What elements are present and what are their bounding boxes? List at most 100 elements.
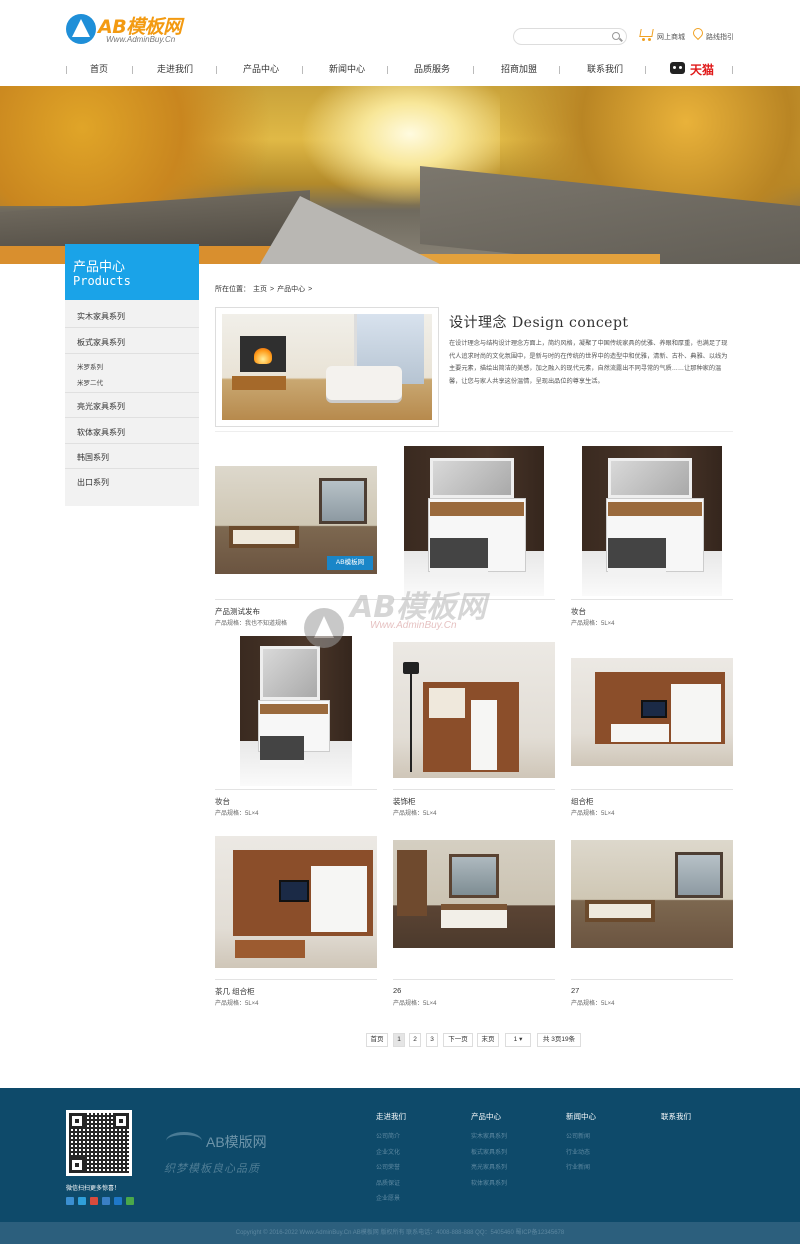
product-image[interactable] — [393, 826, 555, 976]
nav-item-tmall[interactable]: 天猫 — [690, 61, 714, 78]
product-watermark-badge: AB模板网 — [327, 556, 373, 570]
footer-column-contact: 联系我们 — [661, 1111, 691, 1131]
footer-link[interactable]: 公司新闻 — [566, 1131, 596, 1147]
route-guide-link[interactable]: 路线指引 — [706, 32, 734, 42]
footer-link[interactable]: 企业愿景 — [376, 1193, 406, 1209]
footer-link[interactable]: 行业新闻 — [566, 1162, 596, 1178]
product-name[interactable]: 27 — [571, 986, 579, 995]
sidebar-subitem-miro[interactable]: 米罗系列 — [77, 361, 103, 371]
breadcrumb-current[interactable]: 产品中心 — [277, 286, 305, 293]
sidebar-divider — [65, 327, 199, 328]
product-image[interactable] — [215, 826, 377, 976]
pager-next[interactable]: 下一页 — [443, 1033, 473, 1047]
product-name[interactable]: 产品测试发布 — [215, 606, 260, 617]
cabinet-door — [671, 684, 721, 742]
footer-link[interactable]: 实木家具系列 — [471, 1131, 507, 1147]
pager-page[interactable]: 1 — [393, 1033, 405, 1047]
hero-banner — [0, 86, 800, 264]
nav-item-about[interactable]: 走进我们 — [157, 62, 193, 75]
sidebar-item-soft[interactable]: 软体家具系列 — [77, 427, 125, 438]
share-icon[interactable] — [114, 1197, 122, 1205]
footer-column-title[interactable]: 联系我们 — [661, 1111, 691, 1122]
search-input[interactable] — [520, 34, 612, 49]
living-room-photo — [222, 314, 432, 420]
footer-link[interactable]: 行业动态 — [566, 1147, 596, 1163]
product-spec: 产品规格：5L×4 — [571, 1001, 615, 1007]
footer-column-about: 走进我们 公司简介 企业文化 公司荣誉 品质保证 企业愿景 — [376, 1111, 406, 1209]
living-room-photo — [571, 840, 733, 948]
product-image[interactable] — [571, 826, 733, 976]
nav-item-products[interactable]: 产品中心 — [243, 62, 279, 75]
share-icon[interactable] — [126, 1197, 134, 1205]
cabinet-photo — [571, 658, 733, 766]
site-logo[interactable]: AB模板网 Www.AdminBuy.Cn — [66, 12, 196, 48]
sidebar-title: 产品中心 — [73, 259, 126, 274]
pager-page[interactable]: 2 — [409, 1033, 421, 1047]
living-room-photo: AB模板网 — [215, 466, 377, 574]
product-image[interactable] — [215, 636, 377, 786]
sidebar-item-solidwood[interactable]: 实木家具系列 — [77, 311, 125, 322]
copyright-bar: Copyright © 2016-2022 Www.AdminBuy.Cn AB… — [0, 1222, 800, 1244]
product-image[interactable] — [393, 446, 555, 596]
footer-link[interactable]: 公司荣誉 — [376, 1162, 406, 1178]
product-spec: 产品规格：5L×4 — [393, 811, 437, 817]
nav-item-join[interactable]: 招商加盟 — [501, 62, 537, 75]
nav-item-contact[interactable]: 联系我们 — [587, 62, 623, 75]
pager-total: 共 3页19条 — [537, 1033, 581, 1047]
main-nav: 首页 走进我们 产品中心 新闻中心 品质服务 招商加盟 联系我们 天猫 — [0, 56, 800, 84]
breadcrumb-home[interactable]: 主页 — [253, 286, 267, 293]
site-header: AB模板网 Www.AdminBuy.Cn 网上商城 路线指引 首页 走进我们 … — [0, 0, 800, 86]
footer-link[interactable]: 亮光家具系列 — [471, 1162, 507, 1178]
online-shop-link[interactable]: 网上商城 — [657, 32, 685, 42]
sidebar-divider — [65, 392, 199, 393]
floor-lamp — [403, 662, 419, 674]
product-image[interactable] — [393, 636, 555, 786]
footer-column-title: 走进我们 — [376, 1112, 406, 1121]
tmall-icon[interactable] — [668, 58, 688, 78]
pager-page[interactable]: 3 — [426, 1033, 438, 1047]
room-window — [449, 854, 499, 898]
breadcrumb: 所在位置： 主页 > 产品中心 > — [215, 284, 315, 294]
product-divider — [571, 789, 733, 790]
sidebar-header: 产品中心 Products — [65, 244, 199, 300]
sidebar-subitem-miro2[interactable]: 米罗二代 — [77, 377, 103, 387]
footer-link[interactable]: 企业文化 — [376, 1147, 406, 1163]
product-name[interactable]: 26 — [393, 986, 401, 995]
cart-icon[interactable] — [638, 28, 654, 41]
product-name[interactable]: 组合柜 — [571, 796, 594, 807]
cabinet-door — [311, 866, 367, 932]
room-window — [319, 478, 367, 524]
product-name[interactable]: 妆台 — [571, 606, 586, 617]
share-icon[interactable] — [90, 1197, 98, 1205]
nav-item-quality[interactable]: 品质服务 — [414, 62, 450, 75]
pager-last[interactable]: 末页 — [477, 1033, 499, 1047]
location-pin-icon[interactable] — [693, 28, 702, 40]
nav-item-home[interactable]: 首页 — [90, 62, 108, 75]
pager-select[interactable]: 1 ▾ — [505, 1033, 531, 1047]
share-icon[interactable] — [66, 1197, 74, 1205]
footer-link[interactable]: 公司简介 — [376, 1131, 406, 1147]
pager-first[interactable]: 首页 — [366, 1033, 388, 1047]
sidebar-divider — [65, 417, 199, 418]
product-name[interactable]: 茶几 组合柜 — [215, 986, 255, 997]
sidebar-item-export[interactable]: 出口系列 — [77, 477, 109, 488]
product-image[interactable] — [571, 636, 733, 786]
chevron-down-icon: ▾ — [519, 1036, 523, 1043]
vanity-stool — [608, 538, 666, 576]
product-spec: 产品规格：5L×4 — [215, 1001, 259, 1007]
product-image[interactable] — [571, 446, 733, 596]
product-name[interactable]: 妆台 — [215, 796, 230, 807]
nav-item-news[interactable]: 新闻中心 — [329, 62, 365, 75]
product-name[interactable]: 装饰柜 — [393, 796, 416, 807]
breadcrumb-label: 所在位置： — [215, 286, 250, 293]
search-icon[interactable] — [612, 32, 620, 40]
sidebar-item-korea[interactable]: 韩国系列 — [77, 452, 109, 463]
sidebar-item-panel[interactable]: 板式家具系列 — [77, 337, 125, 348]
footer-link[interactable]: 品质保证 — [376, 1178, 406, 1194]
footer-link[interactable]: 板式家具系列 — [471, 1147, 507, 1163]
share-icon[interactable] — [102, 1197, 110, 1205]
sidebar-item-gloss[interactable]: 亮光家具系列 — [77, 401, 125, 412]
share-icon[interactable] — [78, 1197, 86, 1205]
footer-link[interactable]: 软体家具系列 — [471, 1178, 507, 1194]
product-image[interactable]: AB模板网 — [215, 446, 377, 596]
